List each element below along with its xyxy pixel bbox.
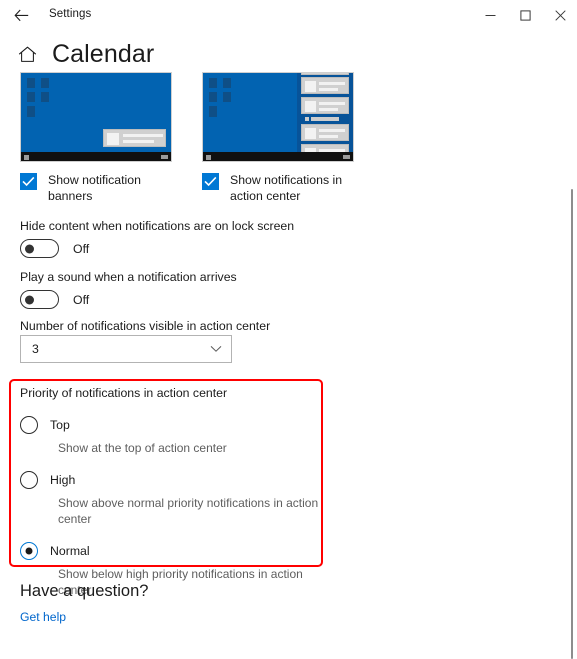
checkbox-label: Show notifications in action center [230, 172, 362, 204]
taskbar-start-icon [24, 155, 29, 160]
card-text-line [319, 129, 345, 132]
priority-radio-group: Priority of notifications in action cent… [20, 385, 320, 598]
radio-button-selected[interactable] [20, 542, 38, 560]
preview-taskbar [21, 152, 171, 161]
checkbox-show-notifications-in-action-center[interactable]: Show notifications in action center [202, 172, 362, 204]
priority-group-title: Priority of notifications in action cent… [20, 385, 320, 401]
card-text-line [319, 102, 345, 105]
dropdown-selected-value: 3 [32, 342, 39, 356]
home-icon[interactable] [16, 43, 38, 65]
card-text-line [319, 82, 345, 85]
divider-dot [305, 117, 309, 121]
minimize-button[interactable] [473, 0, 508, 30]
toast-text-line [123, 140, 154, 143]
radio-label: Normal [50, 542, 320, 560]
desktop-icon-tile [27, 92, 35, 102]
toggle-switch-off[interactable] [20, 290, 59, 309]
desktop-icon-tile [41, 92, 49, 102]
checkbox-show-notification-banners[interactable]: Show notification banners [20, 172, 180, 204]
scrollbar-thumb[interactable] [571, 189, 573, 659]
card-text-line [319, 108, 338, 111]
radio-option-top[interactable]: Top Show at the top of action center [20, 416, 320, 456]
checkbox-checked-icon[interactable] [20, 173, 37, 190]
preview-taskbar [203, 152, 353, 161]
dropdown-number-of-notifications[interactable]: 3 [20, 335, 232, 363]
action-center-group-divider [311, 117, 339, 121]
chevron-down-icon[interactable] [210, 340, 222, 358]
action-center-preview [202, 72, 354, 162]
page-header: Calendar [0, 37, 460, 71]
toggle-state-label: Off [73, 242, 89, 256]
desktop-icon-tile [27, 106, 35, 117]
label-play-sound-notification: Play a sound when a notification arrives [20, 269, 237, 285]
card-thumbnail [305, 81, 316, 92]
toast-text-line [123, 134, 163, 137]
card-text-line [319, 88, 338, 91]
action-center-card [301, 97, 349, 114]
radio-description: Show above normal priority notifications… [58, 495, 320, 527]
radio-button-unselected[interactable] [20, 416, 38, 434]
radio-option-high[interactable]: High Show above normal priority notifica… [20, 471, 320, 527]
desktop-icon-tile [223, 92, 231, 102]
card-thumbnail [305, 128, 316, 139]
desktop-icon-tile [223, 78, 231, 88]
app-title: Settings [49, 6, 91, 22]
checkbox-label: Show notification banners [48, 172, 180, 204]
label-hide-content-lock-screen: Hide content when notifications are on l… [20, 218, 294, 234]
toggle-knob [25, 295, 34, 304]
close-button[interactable] [543, 0, 577, 30]
card-thumbnail [305, 101, 316, 112]
desktop-icon-tile [209, 106, 217, 117]
toggle-play-sound-notification[interactable]: Off [20, 290, 89, 309]
desktop-icon-tile [209, 92, 217, 102]
preview-action-center-panel [297, 73, 353, 152]
toggle-state-label: Off [73, 293, 89, 307]
desktop-icon-tile [27, 78, 35, 88]
taskbar-tray-icon [161, 155, 168, 159]
vertical-scrollbar[interactable] [561, 31, 577, 648]
radio-label: High [50, 471, 320, 489]
help-section-title: Have a question? [20, 582, 148, 601]
action-center-card [301, 124, 349, 141]
action-center-card [301, 72, 349, 75]
action-center-card [301, 77, 349, 94]
maximize-button[interactable] [508, 0, 543, 30]
title-bar: Settings [0, 0, 577, 31]
get-help-link[interactable]: Get help [20, 610, 66, 624]
preview-toast-banner [103, 129, 166, 147]
desktop-icon-tile [209, 78, 217, 88]
taskbar-tray-icon [343, 155, 350, 159]
card-text-line [319, 135, 338, 138]
toggle-knob [25, 244, 34, 253]
label-number-of-notifications: Number of notifications visible in actio… [20, 318, 270, 334]
notification-banner-preview [20, 72, 172, 162]
toggle-hide-content-lock-screen[interactable]: Off [20, 239, 89, 258]
radio-label: Top [50, 416, 320, 434]
taskbar-start-icon [206, 155, 211, 160]
page-title: Calendar [52, 40, 154, 69]
desktop-icon-tile [41, 78, 49, 88]
radio-description: Show at the top of action center [58, 440, 320, 456]
back-button[interactable] [6, 2, 36, 28]
checkbox-checked-icon[interactable] [202, 173, 219, 190]
radio-button-unselected[interactable] [20, 471, 38, 489]
toggle-switch-off[interactable] [20, 239, 59, 258]
settings-content: Show notification banners Show notificat… [0, 72, 570, 648]
toast-thumbnail [107, 133, 119, 145]
